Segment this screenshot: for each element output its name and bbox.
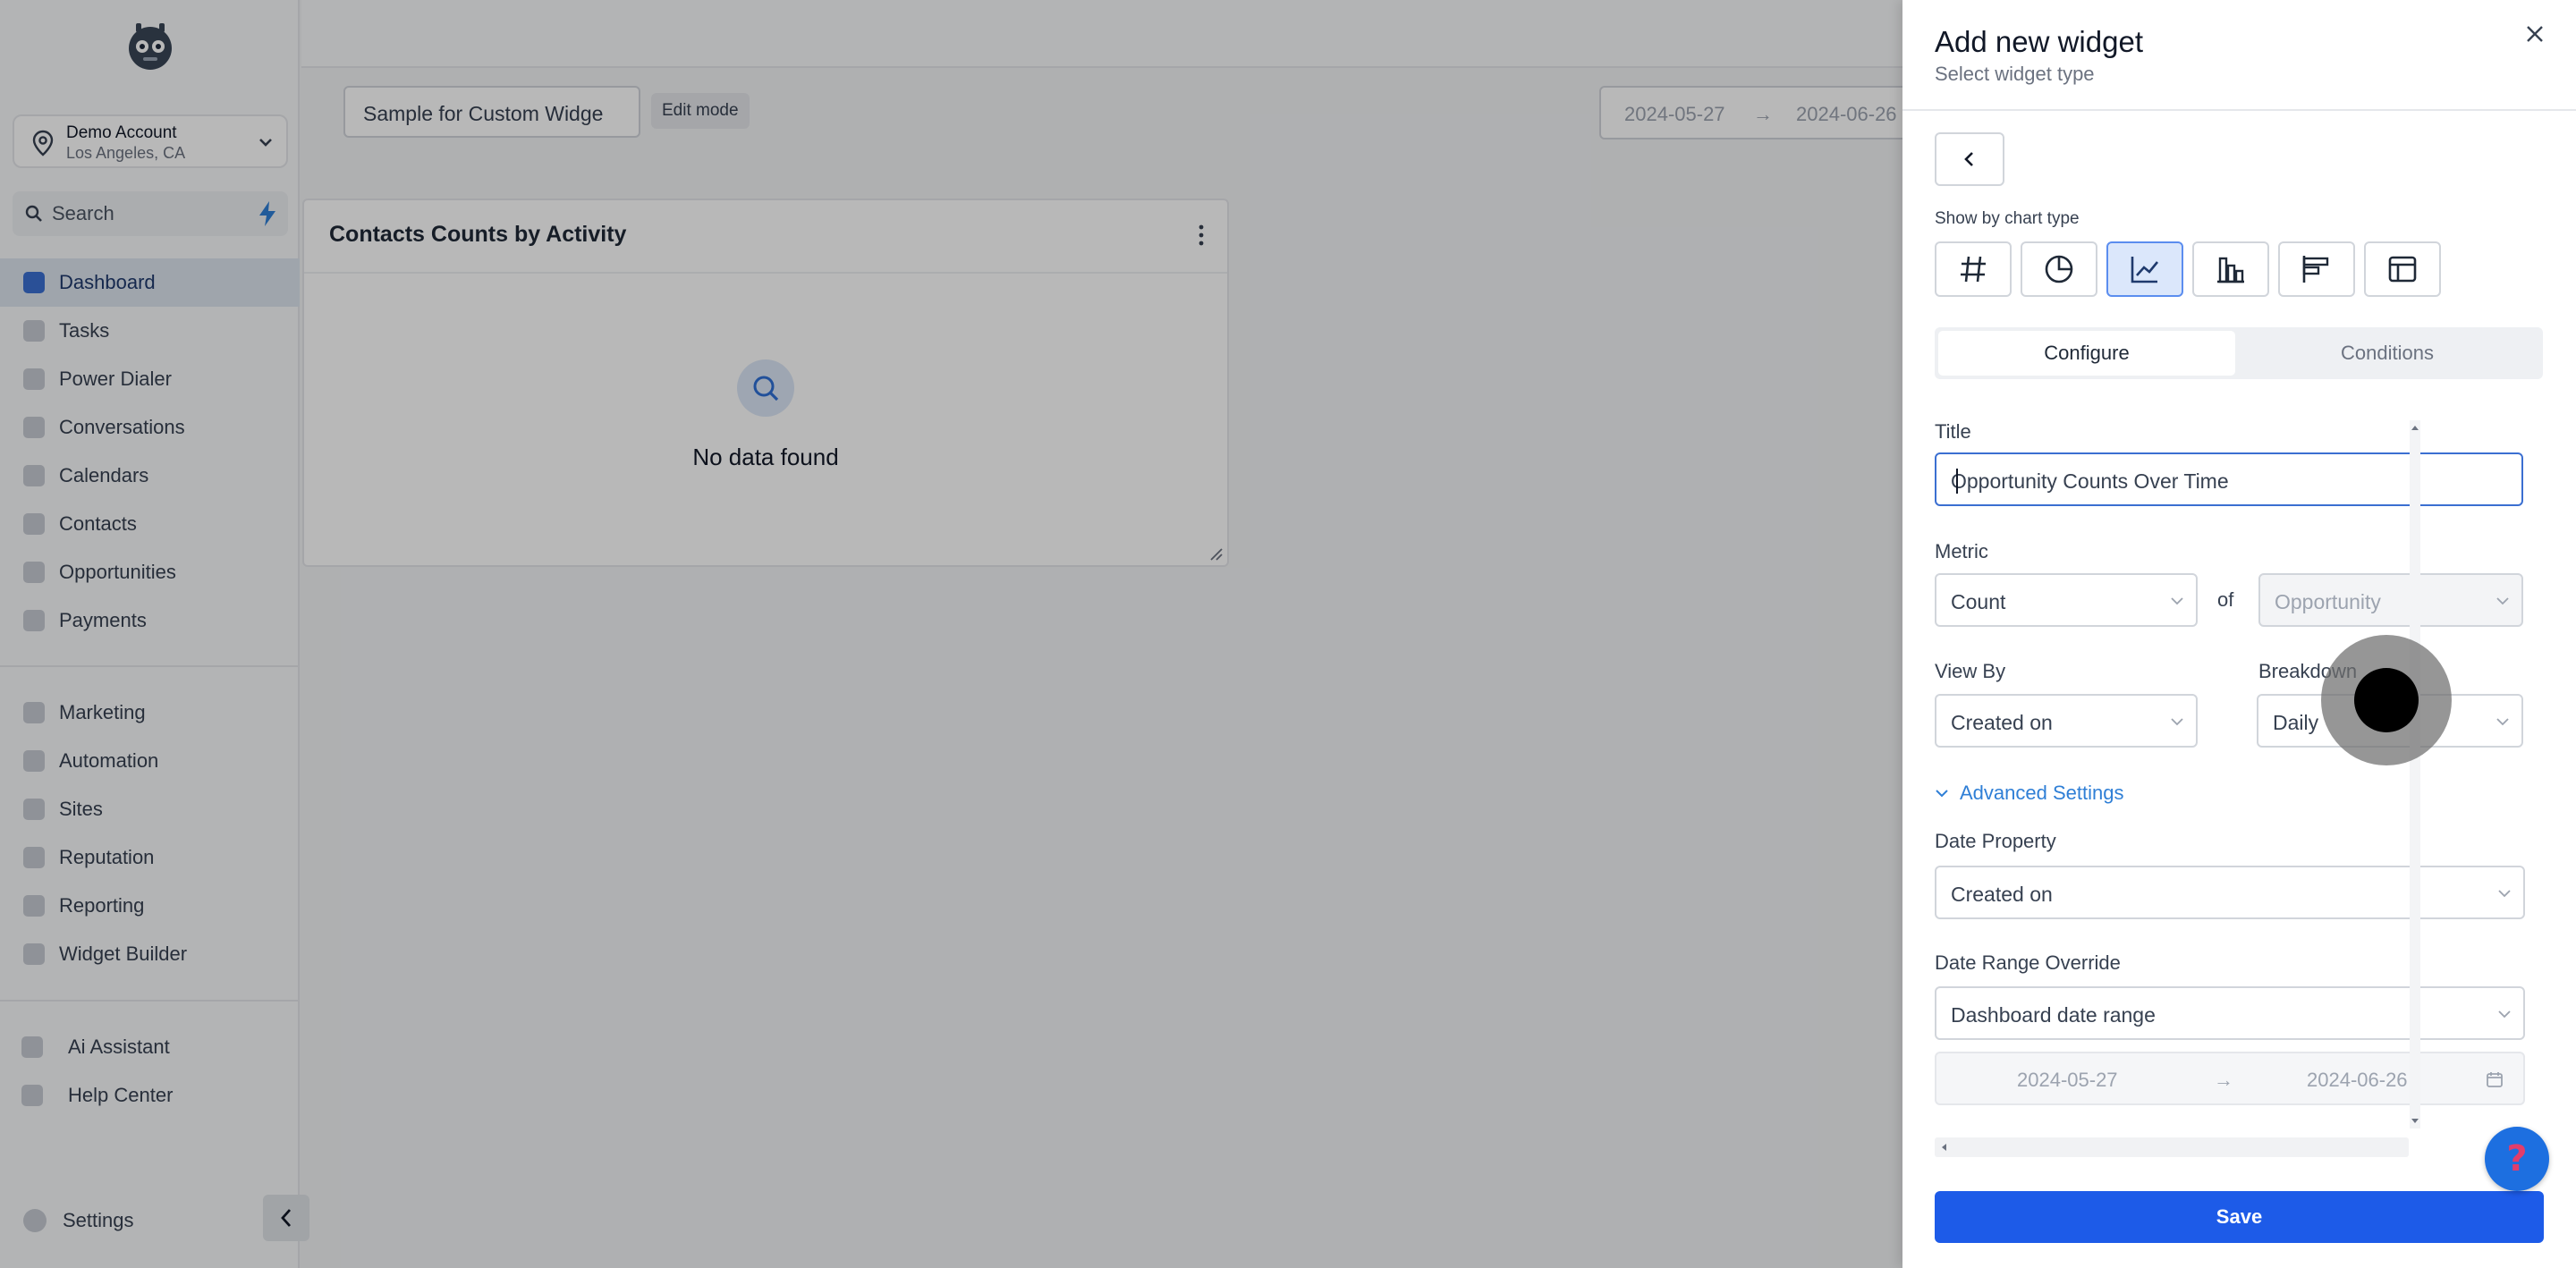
text-cursor (1956, 469, 1958, 494)
question-icon: ? (2506, 1138, 2528, 1179)
bar-chart-icon (2217, 257, 2244, 283)
date-range-override-select[interactable]: Dashboard date range (1935, 986, 2525, 1040)
add-widget-drawer: Add new widget Select widget type Show b… (1902, 0, 2576, 1268)
scroll-down-icon[interactable] (2410, 1116, 2420, 1127)
chevron-down-icon (2498, 890, 2511, 898)
metric-label: Metric (1935, 540, 1988, 562)
tab-conditions[interactable]: Conditions (2239, 331, 2536, 376)
custom-date-range-input[interactable]: 2024-05-27 → 2024-06-26 (1935, 1052, 2525, 1105)
view-by-select[interactable]: Created on (1935, 694, 2198, 748)
pie-chart-icon (2045, 255, 2073, 283)
chart-type-label: Show by chart type (1935, 209, 2080, 228)
drawer-header-divider (1902, 109, 2576, 111)
title-input[interactable]: Opportunity Counts Over Time (1935, 452, 2523, 506)
help-button[interactable]: ? (2485, 1127, 2549, 1191)
table-icon (2388, 256, 2417, 283)
date-range-override-label: Date Range Override (1935, 951, 2121, 974)
range-start: 2024-05-27 (2017, 1069, 2118, 1091)
back-button[interactable] (1935, 132, 2004, 186)
view-by-label: View By (1935, 660, 2006, 682)
chart-type-number[interactable] (1935, 241, 2012, 297)
tab-configure[interactable]: Configure (1938, 331, 2235, 376)
range-end: 2024-06-26 (2307, 1069, 2408, 1091)
date-property-label: Date Property (1935, 830, 2056, 852)
scroll-left-icon[interactable] (1938, 1142, 1949, 1153)
chart-type-table[interactable] (2364, 241, 2441, 297)
line-chart-icon (2131, 257, 2159, 283)
chevron-down-icon (2171, 597, 2183, 605)
of-label: of (2217, 588, 2234, 611)
modal-backdrop[interactable] (0, 0, 1902, 1268)
horizontal-scrollbar[interactable] (1935, 1137, 2409, 1157)
chevron-left-icon (1964, 152, 1973, 166)
chart-type-selector (1935, 241, 2441, 297)
date-property-select[interactable]: Created on (1935, 866, 2525, 919)
chart-type-horizontal-bar[interactable] (2278, 241, 2355, 297)
chevron-down-icon (1936, 790, 1948, 798)
chart-type-line[interactable] (2106, 241, 2183, 297)
chevron-down-icon (2171, 718, 2183, 726)
number-icon (1961, 256, 1986, 283)
drawer-subtitle: Select widget type (1935, 63, 2095, 85)
calendar-icon (2487, 1072, 2503, 1087)
chart-type-bar[interactable] (2192, 241, 2269, 297)
save-button[interactable]: Save (1935, 1191, 2544, 1243)
scroll-up-icon[interactable] (2410, 422, 2420, 433)
advanced-settings-toggle[interactable]: Advanced Settings (1935, 782, 2123, 805)
click-indicator-dot (2354, 668, 2419, 732)
horizontal-bar-icon (2302, 256, 2329, 283)
chevron-down-icon (2496, 718, 2509, 726)
metric-object-select[interactable]: Opportunity (2258, 573, 2523, 627)
drawer-title: Add new widget (1935, 25, 2143, 58)
metric-select[interactable]: Count (1935, 573, 2198, 627)
arrow-right-icon: → (2214, 1069, 2233, 1091)
vertical-scrollbar[interactable] (2410, 420, 2420, 1129)
chevron-down-icon (2496, 597, 2509, 605)
config-tabs: Configure Conditions (1935, 327, 2543, 379)
chevron-down-icon (2498, 1010, 2511, 1019)
close-icon[interactable] (2524, 23, 2546, 45)
title-label: Title (1935, 420, 1971, 443)
chart-type-pie[interactable] (2021, 241, 2097, 297)
